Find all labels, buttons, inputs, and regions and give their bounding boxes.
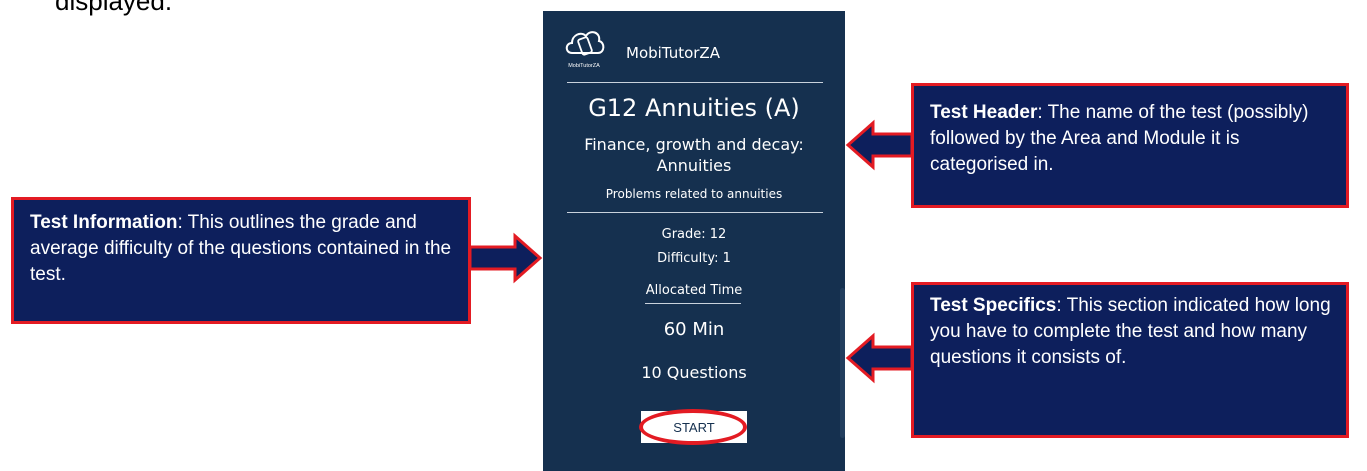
- callout-arrows: [468, 119, 914, 384]
- arrow-right-icon: [468, 232, 543, 284]
- arrow-left-icon: [845, 119, 914, 171]
- arrow-left-icon: [845, 332, 914, 384]
